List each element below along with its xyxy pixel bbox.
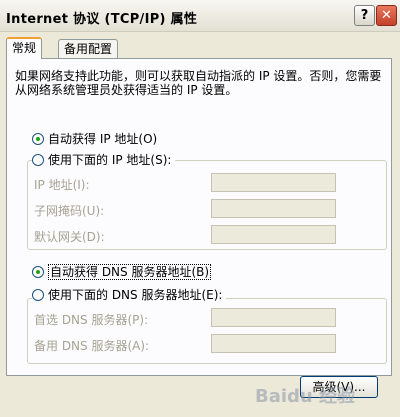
- tab-general[interactable]: 常规: [6, 37, 43, 59]
- auto-dns-label: 自动获得 DNS 服务器地址(B): [48, 264, 212, 280]
- manual-ip-radio[interactable]: [32, 154, 44, 166]
- subnet-mask-label: 子网掩码(U):: [34, 204, 105, 218]
- manual-dns-label: 使用下面的 DNS 服务器地址(E):: [48, 288, 223, 302]
- window-title: Internet 协议 (TCP/IP) 属性: [6, 12, 198, 27]
- default-gateway-label: 默认网关(D):: [34, 230, 105, 244]
- tcpip-properties-dialog: Internet 协议 (TCP/IP) 属性 ? ✕ 常规 备用配置 如果网络…: [0, 0, 400, 417]
- preferred-dns-field[interactable]: [211, 308, 336, 327]
- auto-ip-radio-row[interactable]: 自动获得 IP 地址(O): [32, 131, 157, 147]
- alternate-dns-field[interactable]: [211, 334, 336, 353]
- ip-address-field[interactable]: [211, 173, 336, 192]
- description-text: 如果网络支持此功能，则可以获取自动指派的 IP 设置。否则，您需要从网络系统管理…: [15, 69, 382, 97]
- general-tab-panel: 如果网络支持此功能，则可以获取自动指派的 IP 设置。否则，您需要从网络系统管理…: [6, 58, 392, 376]
- tab-alternate-configuration[interactable]: 备用配置: [58, 39, 119, 59]
- auto-dns-radio[interactable]: [32, 266, 44, 278]
- alternate-dns-label: 备用 DNS 服务器(A):: [34, 339, 150, 353]
- manual-ip-radio-row[interactable]: 使用下面的 IP 地址(S):: [32, 152, 176, 168]
- baidu-jingyan-watermark: Baidu 经验: [255, 386, 356, 407]
- ip-address-label: IP 地址(I):: [34, 178, 90, 192]
- preferred-dns-label: 首选 DNS 服务器(P):: [34, 313, 149, 327]
- auto-ip-label: 自动获得 IP 地址(O): [48, 132, 158, 146]
- manual-ip-label: 使用下面的 IP 地址(S):: [48, 153, 172, 167]
- title-bar[interactable]: Internet 协议 (TCP/IP) 属性 ? ✕: [0, 0, 400, 32]
- subnet-mask-field[interactable]: [211, 199, 336, 218]
- manual-dns-radio-row[interactable]: 使用下面的 DNS 服务器地址(E):: [32, 287, 227, 303]
- manual-dns-radio[interactable]: [32, 289, 44, 301]
- auto-dns-radio-row[interactable]: 自动获得 DNS 服务器地址(B): [32, 264, 212, 280]
- auto-ip-radio[interactable]: [32, 133, 44, 145]
- help-button[interactable]: ?: [354, 5, 375, 26]
- close-button[interactable]: ✕: [376, 5, 397, 26]
- default-gateway-field[interactable]: [211, 225, 336, 244]
